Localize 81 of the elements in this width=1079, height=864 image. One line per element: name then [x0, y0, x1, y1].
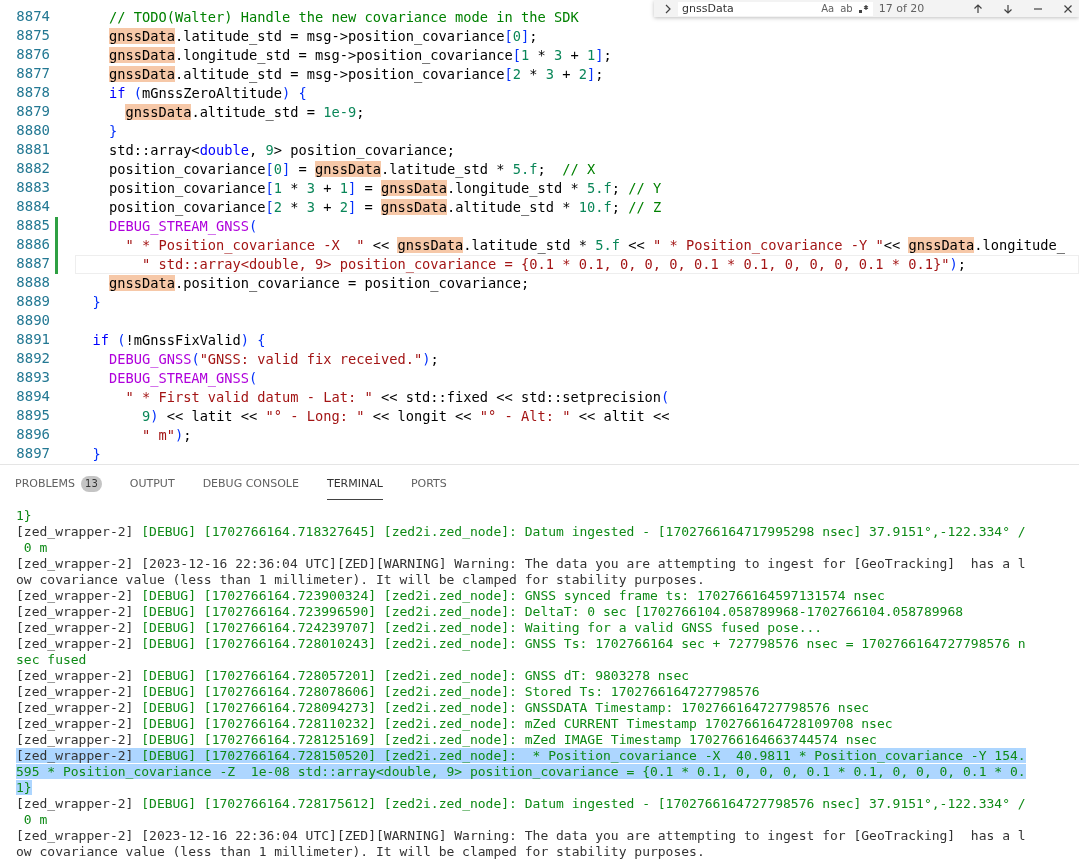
line-number: 8880	[15, 122, 50, 140]
code-line: DEBUG_STREAM_GNSS(	[107, 218, 258, 235]
line-number: 8875	[15, 27, 50, 45]
code-line: 9) << latit << "° - Long: " << longit << "° - Alt: " << altit <<	[140, 408, 670, 425]
line-number: 8874	[15, 8, 50, 26]
line-number: 8889	[15, 293, 50, 311]
line-number: 8885	[15, 217, 50, 235]
line-number: 8879	[15, 103, 50, 121]
code-line: // TODO(Walter) Handle the new covariance mode in the SDK	[107, 9, 579, 26]
code-line: position_covariance[2 * 3 + 2] = gnssData.altitude_std * 10.f; // Z	[107, 199, 662, 216]
line-number: 8878	[15, 84, 50, 102]
panel-tab[interactable]: DEBUG CONSOLE	[202, 468, 299, 500]
line-number: 8886	[15, 236, 50, 254]
regex-icon[interactable]	[858, 3, 869, 14]
count-badge: 13	[81, 475, 102, 492]
line-number: 8893	[15, 369, 50, 387]
line-number: 8887	[15, 255, 50, 273]
line-number: 8888	[15, 274, 50, 292]
code-line: if (mGnssZeroAltitude) {	[107, 85, 307, 102]
terminal-line: [zed_wrapper-2] [DEBUG] [1702766164.724239707] [zed2i.zed_node]: Waiting for a valid GNSS fused pose...	[16, 620, 823, 635]
terminal-line: [zed_wrapper-2] [DEBUG] [1702766164.728057201] [zed2i.zed_node]: GNSS dT: 9803278 nsec	[16, 668, 690, 683]
line-number: 8882	[15, 160, 50, 178]
search-option-toggle[interactable]: ab	[840, 2, 853, 15]
terminal-line: [zed_wrapper-2] [DEBUG] [1702766164.723996590] [zed2i.zed_node]: DeltaT: 0 sec [1702766104.058789968-1702766104.058789968	[16, 604, 964, 619]
terminal-line: [zed_wrapper-2] [DEBUG] [1702766164.718327645] [zed2i.zed_node]: Datum ingested - [1702766164717995298 nsec] 37.9151°,-122.334° /	[16, 524, 1026, 539]
line-number: 8891	[15, 331, 50, 349]
match-count: 17 of 20	[878, 1, 926, 16]
code-line: position_covariance[1 * 3 + 1] = gnssData.longitude_std * 5.f; // Y	[107, 180, 662, 197]
code-line: position_covariance[0] = gnssData.latitude_std * 5.f; // X	[107, 161, 596, 178]
terminal-line: ow covariance value (less than 1 millimeter). It will be clamped for stability purposes.	[16, 572, 705, 587]
terminal-line: [zed_wrapper-2] [2023-12-16 22:36:04 UTC][ZED][WARNING] Warning: The data you are attempting to ingest for [GeoTracking] has a l	[16, 556, 1026, 571]
code-line: gnssData.altitude_std = msg->position_covariance[2 * 3 + 2];	[107, 66, 604, 83]
line-number: 8896	[15, 426, 50, 444]
code-line: gnssData.position_covariance = position_covariance;	[107, 275, 530, 292]
terminal-line: [zed_wrapper-2] [DEBUG] [1702766164.728078606] [zed2i.zed_node]: Stored Ts: 1702766164727798576	[16, 684, 760, 699]
panel-tab[interactable]: TERMINAL	[326, 468, 383, 500]
code-line: }	[91, 446, 101, 463]
terminal-line: [zed_wrapper-2] [DEBUG] [1702766164.723900324] [zed2i.zed_node]: GNSS synced frame ts: 1702766164597131574 nsec	[16, 588, 885, 603]
panel-tab[interactable]: OUTPUT	[129, 468, 175, 500]
code-line: DEBUG_GNSS("GNSS: valid fix received.");	[107, 351, 439, 368]
terminal-line: 0 m	[22, 540, 48, 555]
line-number: 8881	[15, 141, 50, 159]
find-input-field[interactable]: gnssData Aa ab	[678, 1, 873, 16]
terminal-line: 0 m	[22, 812, 48, 827]
code-line: }	[91, 294, 101, 311]
terminal-line: [zed_wrapper-2] [DEBUG] [1702766164.728110232] [zed2i.zed_node]: mZed CURRENT Timestamp 1702766164728109708 nsec	[16, 716, 893, 731]
line-number: 8897	[15, 445, 50, 463]
terminal-line: [zed_wrapper-2] [DEBUG] [1702766164.728175612] [zed2i.zed_node]: Datum ingested - [1702766164727798576 nsec] 37.9151°,-122.334° /	[16, 796, 1026, 811]
code-line: " std::array<double, 9> position_covariance = {0.1 * 0.1, 0, 0, 0, 0.1 * 0.1, 0, 0, 0, 0.1 * 0.1}");	[140, 256, 966, 273]
search-option-toggle[interactable]: Aa	[821, 2, 835, 15]
terminal-line: 1}	[16, 508, 32, 523]
code-line: }	[107, 123, 118, 140]
panel-tab[interactable]: PORTS	[410, 468, 447, 500]
arrow-down-icon[interactable]	[1003, 3, 1013, 14]
line-number: 8877	[15, 65, 50, 83]
terminal-line: sec fused	[16, 652, 87, 667]
code-line: std::array<double, 9> position_covariance;	[107, 142, 456, 159]
code-line: gnssData.altitude_std = 1e-9;	[124, 104, 365, 121]
line-number: 8890	[15, 312, 50, 330]
line-number: 8892	[15, 350, 50, 368]
chevron-right-icon[interactable]	[664, 3, 672, 14]
code-line: DEBUG_STREAM_GNSS(	[107, 370, 258, 387]
close-icon[interactable]	[1063, 3, 1073, 14]
code-line: gnssData.latitude_std = msg->position_covariance[0];	[107, 28, 538, 45]
code-line: " m");	[140, 427, 192, 444]
code-line: if (!mGnssFixValid) {	[91, 332, 266, 349]
line-number: 8895	[15, 407, 50, 425]
terminal-line: [zed_wrapper-2] [DEBUG] [1702766164.728094273] [zed2i.zed_node]: GNSSDATA Timestamp: 1702766164727798576 nsec	[16, 700, 870, 715]
code-line: gnssData.longitude_std = msg->position_covariance[1 * 3 + 1];	[107, 47, 612, 64]
line-number: 8883	[15, 179, 50, 197]
code-line: " * First valid datum - Lat: " << std::fixed << std::setprecision(	[124, 389, 670, 406]
line-number: 8894	[15, 388, 50, 406]
code-line: " * Position_covariance -X " << gnssData.latitude_std * 5.f << " * Position_covariance -Y "<< gnssData.longitude_	[124, 237, 1065, 254]
terminal-line: ow covariance value (less than 1 millimeter). It will be clamped for stability purposes.	[16, 844, 705, 859]
line-number: 8884	[15, 198, 50, 216]
terminal-line: [zed_wrapper-2] [DEBUG] [1702766164.728125169] [zed2i.zed_node]: mZed IMAGE Timestamp 1702766164663744574 nsec	[16, 732, 877, 747]
panel-tab[interactable]: PROBLEMS 13	[15, 468, 102, 500]
terminal-line: [zed_wrapper-2] [DEBUG] [1702766164.728010243] [zed2i.zed_node]: GNSS Ts: 1702766164 sec + 727798576 nsec = 1702766164727798576 n	[16, 636, 1026, 651]
terminal-line: [zed_wrapper-2] [2023-12-16 22:36:04 UTC][ZED][WARNING] Warning: The data you are attempting to ingest for [GeoTracking] has a l	[16, 828, 1026, 843]
arrow-up-icon[interactable]	[973, 3, 983, 14]
line-number: 8876	[15, 46, 50, 64]
